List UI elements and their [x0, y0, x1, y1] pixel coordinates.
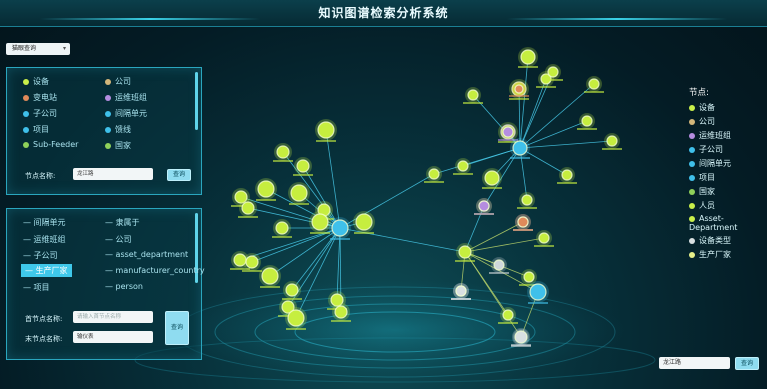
legend-entry-bay-unit: 间隔单元: [689, 158, 759, 169]
legend-dot-icon: [689, 215, 695, 222]
node-type-legend: 节点: 设备 公司 运维班组 子公司 间隔单元 项目 国家 人员 Asset-D…: [689, 86, 759, 263]
graph-node-equipment-type[interactable]: [489, 257, 509, 274]
legend-entry-device: 设备: [689, 102, 759, 113]
legend-dot-icon: [105, 78, 111, 85]
legend-dot-icon: [689, 251, 695, 258]
legend-title: 节点:: [689, 88, 709, 98]
legend-item-subsidiary[interactable]: 子公司: [23, 108, 57, 119]
graph-node-device[interactable]: [273, 143, 293, 162]
node-query-button[interactable]: 查询: [167, 169, 191, 181]
legend-dot-icon: [105, 110, 111, 117]
legend-entry-subsidiary: 子公司: [689, 144, 759, 155]
legend-dot-icon: [23, 78, 29, 85]
relation-item-asset-department[interactable]: — asset_department: [105, 250, 188, 259]
graph-node-device[interactable]: [424, 166, 444, 183]
graph-node-substation[interactable]: [513, 214, 533, 231]
legend-item-substation[interactable]: 变电站: [23, 92, 57, 103]
legend-dot-icon: [689, 188, 695, 195]
mode-select[interactable]: 猫眼查询 ▾: [6, 43, 70, 55]
legend-dot-icon: [689, 146, 695, 153]
platform-rings: [134, 280, 656, 383]
relation-item-manufacturer-country[interactable]: — manufacturer_country: [105, 266, 205, 275]
end-node-input[interactable]: 输仪表: [73, 331, 153, 343]
relation-item-belongs-to[interactable]: — 隶属于: [105, 217, 140, 228]
legend-entry-manufacturer: 生产厂家: [689, 249, 759, 260]
legend-dot-icon: [105, 94, 111, 101]
legend-dot-icon: [105, 126, 111, 133]
node-name-label: 节点名称:: [25, 172, 56, 180]
legend-dot-icon: [689, 118, 695, 125]
legend-dot-icon: [23, 141, 29, 148]
graph-node-equipment-type[interactable]: [534, 230, 554, 247]
start-node-label: 首节点名称:: [25, 315, 63, 323]
legend-dot-icon: [23, 110, 29, 117]
graph-node-device[interactable]: [259, 265, 281, 288]
graph-node-device[interactable]: [518, 47, 538, 68]
end-node-label: 末节点名称:: [25, 335, 63, 343]
bottom-search-button[interactable]: 查询: [735, 357, 759, 370]
legend-entry-project: 项目: [689, 172, 759, 183]
graph-node-device[interactable]: [315, 119, 337, 142]
relation-item-person[interactable]: — person: [105, 282, 143, 291]
legend-item-bay-unit[interactable]: 间隔单元: [105, 108, 147, 119]
graph-node-device[interactable]: [577, 113, 597, 130]
relation-panel: — 间隔单元 — 隶属于 — 运维班组 — 公司 — 子公司 — asset_d…: [6, 208, 205, 360]
legend-panel: 设备 公司 变电站 运维班组 子公司 间隔单元 项目 馈线 Sub-Feeder…: [6, 67, 202, 195]
legend-entry-person: 人员: [689, 200, 759, 211]
graph-node-maintenance-team[interactable]: [474, 198, 494, 215]
graph-node-device[interactable]: [482, 168, 502, 189]
legend-dot-icon: [689, 160, 695, 167]
legend-dot-icon: [689, 104, 695, 111]
graph-hub-node[interactable]: [329, 217, 351, 240]
relation-item-subsidiary[interactable]: — 子公司: [23, 250, 58, 261]
legend-dot-icon: [689, 202, 695, 209]
legend-item-sub-feeder[interactable]: Sub-Feeder: [23, 140, 78, 149]
graph-node-device[interactable]: [255, 178, 277, 201]
path-query-button[interactable]: 查询: [165, 311, 189, 345]
graph-node-device[interactable]: [463, 87, 483, 104]
relation-item-bay-unit[interactable]: — 间隔单元: [23, 217, 66, 228]
legend-dot-icon: [105, 142, 111, 149]
relation-item-company[interactable]: — 公司: [105, 234, 132, 245]
legend-entry-country: 国家: [689, 186, 759, 197]
legend-dot-icon: [23, 126, 29, 133]
graph-node-device[interactable]: [517, 192, 537, 209]
legend-dot-icon: [689, 237, 695, 244]
relation-item-maintenance-team[interactable]: — 运维班组: [23, 234, 66, 245]
legend-dot-icon: [23, 94, 29, 101]
chevron-down-icon: ▾: [62, 45, 66, 52]
bottom-search-input[interactable]: 龙江路: [659, 357, 730, 369]
legend-scrollbar[interactable]: [195, 72, 198, 130]
graph-node-device[interactable]: [453, 158, 473, 175]
graph-node-device[interactable]: [288, 182, 310, 205]
legend-item-country[interactable]: 国家: [105, 140, 131, 151]
graph-node-device[interactable]: [557, 167, 577, 184]
legend-entry-equipment-type: 设备类型: [689, 235, 759, 246]
graph-node-device[interactable]: [272, 219, 292, 238]
graph-node-device[interactable]: [602, 133, 622, 150]
relation-item-manufacturer[interactable]: — 生产厂家: [21, 264, 72, 277]
relation-item-project[interactable]: — 项目: [23, 282, 50, 293]
graph-node-device[interactable]: [353, 211, 375, 234]
legend-item-maintenance-team[interactable]: 运维班组: [105, 92, 147, 103]
graph-hub-node[interactable]: [455, 243, 475, 262]
legend-entry-maintenance-team: 运维班组: [689, 130, 759, 141]
legend-entry-asset-department: Asset-Department: [689, 214, 738, 232]
mode-select-value: 猫眼查询: [12, 45, 37, 52]
node-name-input[interactable]: 龙江路: [73, 168, 153, 180]
legend-dot-icon: [689, 132, 695, 139]
legend-item-feeder[interactable]: 馈线: [105, 124, 131, 135]
graph-node-device[interactable]: [293, 157, 313, 176]
legend-item-project[interactable]: 项目: [23, 124, 49, 135]
legend-item-device[interactable]: 设备: [23, 76, 49, 87]
graph-node-device[interactable]: [309, 211, 331, 234]
legend-item-company[interactable]: 公司: [105, 76, 131, 87]
legend-entry-company: 公司: [689, 116, 759, 127]
legend-dot-icon: [689, 174, 695, 181]
start-node-input[interactable]: 请输入首节点名称: [73, 311, 153, 323]
